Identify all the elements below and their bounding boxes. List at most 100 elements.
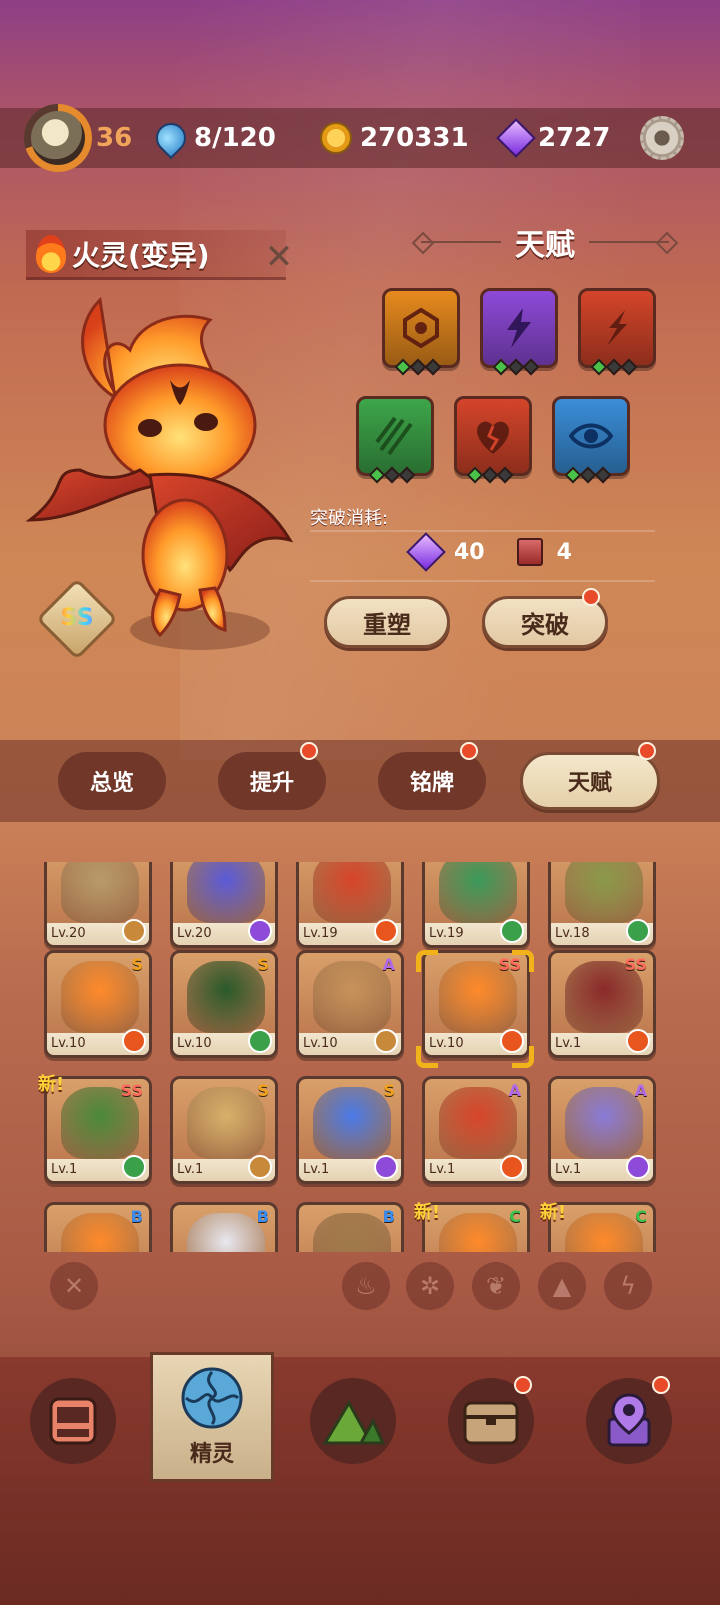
talent-level-pips (466, 466, 514, 484)
spirit-card[interactable]: Lv.19 (422, 862, 530, 948)
notification-dot (652, 1376, 670, 1394)
fire-element-icon (500, 1155, 524, 1179)
divider (310, 580, 655, 582)
earth-element-icon (122, 919, 146, 943)
rank-label: B (130, 1207, 143, 1226)
title-ornament-right (589, 241, 669, 243)
wood-element-icon (248, 1029, 272, 1053)
spirit-portrait (439, 862, 517, 923)
new-tag: 新! (38, 1074, 65, 1095)
rank-label: B (256, 1207, 269, 1226)
spirit-card[interactable]: A Lv.1 (422, 1076, 530, 1184)
spirit-portrait (187, 1087, 265, 1159)
selection-corner (512, 950, 534, 972)
spirit-card[interactable]: B (296, 1202, 404, 1252)
settings-gear-icon[interactable] (640, 116, 684, 160)
gem-icon (406, 532, 446, 572)
broken-heart-icon (477, 421, 509, 454)
wood-element-icon (500, 919, 524, 943)
rank-label: S (131, 955, 143, 974)
rank-label: SS (120, 1081, 143, 1100)
filter-wood-icon[interactable]: ❦ (472, 1262, 520, 1310)
notification-dot (300, 742, 318, 760)
talent-tile-1[interactable] (382, 288, 460, 376)
spirit-card[interactable]: SS Lv.1 (548, 950, 656, 1058)
spirit-card[interactable]: Lv.19 (296, 862, 404, 948)
coin-counter[interactable]: 270331 (320, 118, 469, 158)
talent-tile-5[interactable] (454, 396, 532, 484)
wood-element-icon (626, 919, 650, 943)
spirit-card[interactable]: B (44, 1202, 152, 1252)
selection-corner (416, 950, 438, 972)
lightning-element-icon (374, 1155, 398, 1179)
pip-empty (424, 358, 442, 376)
spirit-card[interactable]: S Lv.10 (44, 950, 152, 1058)
spirit-portrait (313, 1087, 391, 1159)
breakthrough-cost: 40 4 (406, 532, 572, 572)
spirit-portrait (187, 862, 265, 923)
tab-nameplate[interactable]: 铭牌 (378, 752, 486, 810)
lightning-element-icon (248, 919, 272, 943)
spirit-portrait (61, 862, 139, 923)
spirit-portrait (61, 1213, 139, 1252)
energy-counter[interactable]: 8/120 (149, 116, 276, 160)
spirit-portrait (313, 862, 391, 923)
talent-level-pips (368, 466, 416, 484)
cost-books-value: 4 (556, 539, 572, 565)
chest-icon (463, 1401, 519, 1445)
selection-corner (512, 1046, 534, 1068)
spirit-portrait (61, 961, 139, 1033)
avatar-icon (31, 111, 85, 165)
talent-title-text: 天赋 (515, 228, 575, 263)
spirit-card[interactable]: Lv.20 (170, 862, 278, 948)
tab-talent[interactable]: 天赋 (520, 752, 660, 810)
filter-wind-icon[interactable]: ✲ (406, 1262, 454, 1310)
cost-gems-value: 40 (454, 539, 485, 565)
talent-tile-6[interactable] (552, 396, 630, 484)
notification-dot (638, 742, 656, 760)
filter-earth-icon[interactable]: ▲ (538, 1262, 586, 1310)
lightning-element-icon (626, 1155, 650, 1179)
tab-upgrade[interactable]: 提升 (218, 752, 326, 810)
nav-shop-icon[interactable] (30, 1378, 116, 1464)
talent-level-pips (564, 466, 612, 484)
rank-label: C (509, 1207, 521, 1226)
spirit-swirl-icon (181, 1367, 243, 1429)
reshape-button[interactable]: 重塑 (324, 596, 450, 648)
eye-icon (569, 423, 613, 449)
lightning-icon (507, 308, 531, 348)
filter-lightning-icon[interactable]: ϟ (604, 1262, 652, 1310)
gem-shield-icon (403, 307, 439, 349)
spirit-card[interactable]: Lv.20 (44, 862, 152, 948)
rank-label: S (257, 955, 269, 974)
spirit-card[interactable]: Lv.18 (548, 862, 656, 948)
spirit-card[interactable]: A Lv.10 (296, 950, 404, 1058)
nav-adventure-icon[interactable] (310, 1378, 396, 1464)
tab-overview[interactable]: 总览 (58, 752, 166, 810)
spirit-card[interactable]: S Lv.1 (296, 1076, 404, 1184)
notification-dot (582, 588, 600, 606)
filter-fire-icon[interactable]: ♨ (342, 1262, 390, 1310)
talent-tile-2[interactable] (480, 288, 558, 376)
spirit-grid: Lv.20 Lv.20 Lv.19 Lv.19 Lv.18 S Lv.10 S Lv.10 A Lv… (0, 862, 720, 1252)
talent-book-icon (516, 538, 543, 566)
new-tag: 新! (414, 1202, 441, 1223)
rank-label: A (634, 1081, 647, 1100)
gem-value: 2727 (538, 123, 611, 153)
talent-tile-4[interactable] (356, 396, 434, 484)
pip-empty (594, 466, 612, 484)
spirit-card[interactable]: B (170, 1202, 278, 1252)
spirit-name-bar: 火灵(变异) (26, 230, 286, 280)
talent-level-pips (492, 358, 540, 376)
spirit-portrait (313, 1213, 391, 1252)
gem-counter[interactable]: 2727 (496, 118, 611, 158)
player-avatar[interactable] (24, 104, 92, 172)
spirit-card[interactable]: S Lv.1 (170, 1076, 278, 1184)
clear-filter-icon[interactable]: ✕ (50, 1262, 98, 1310)
spirit-card[interactable]: S Lv.10 (170, 950, 278, 1058)
close-icon[interactable]: ✕ (262, 240, 296, 274)
talent-tile-3[interactable] (578, 288, 656, 376)
spirit-portrait (565, 1213, 643, 1252)
spirit-card[interactable]: A Lv.1 (548, 1076, 656, 1184)
spirit-portrait (439, 1087, 517, 1159)
